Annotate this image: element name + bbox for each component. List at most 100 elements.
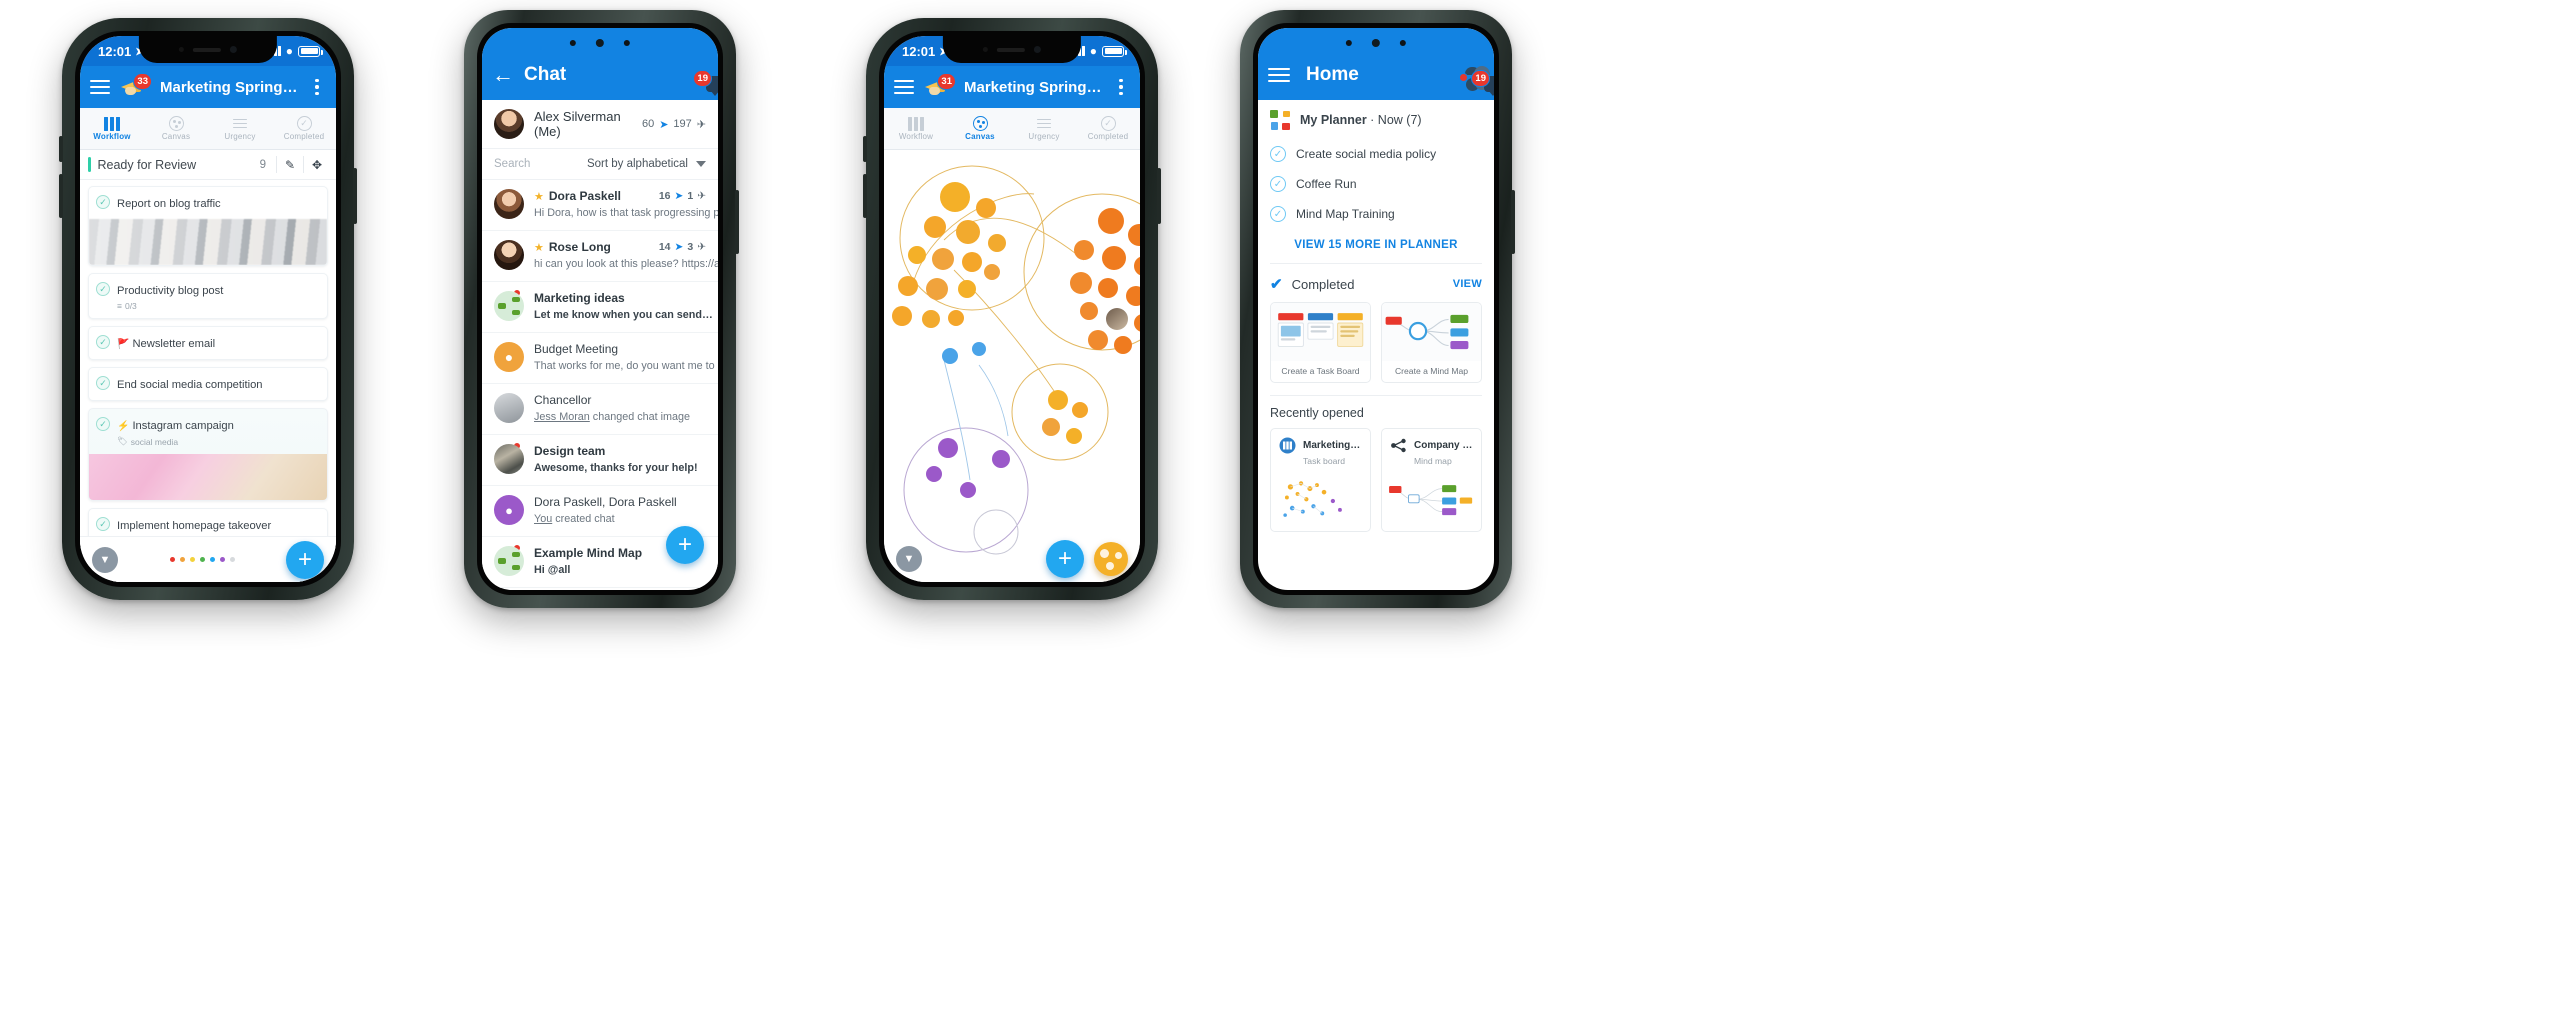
phone3-volume-up[interactable] [863,136,867,162]
workflow-card-list[interactable]: ✓ Report on blog traffic ✓ Productivity … [80,180,336,582]
recent-tiles[interactable]: Marketing Spri… Task board [1258,428,1494,544]
mindmap-node[interactable] [1042,418,1060,436]
mindmap-node[interactable] [938,438,958,458]
chevron-down-icon[interactable] [696,161,706,167]
mindmap-node[interactable] [1102,246,1126,270]
tile-create-mind-map[interactable]: Create a Mind Map [1381,302,1482,383]
current-user-row[interactable]: Alex Silverman (Me) 60 ➤ 197 ✈ [482,100,718,149]
mindmap-node[interactable] [1066,428,1082,444]
mindmap-node[interactable] [1070,272,1092,294]
list-item[interactable]: ★ Rose Long 14 ➤ 3 ✈ hi can you look at … [482,231,718,282]
mindmap-node-photo[interactable] [1106,308,1128,330]
add-node-button[interactable]: + [1046,540,1084,578]
mindmap-node[interactable] [1072,402,1088,418]
mindmap-node[interactable] [932,248,954,270]
mindmap-node[interactable] [1048,390,1068,410]
pencil-icon[interactable]: ✎ [277,158,303,172]
cluster-nodes-icon[interactable] [1094,542,1128,576]
list-item[interactable]: ✓ Create social media policy [1258,139,1494,169]
mindmap-node[interactable] [924,216,946,238]
hamburger-icon[interactable] [894,80,914,94]
recent-item-mind-map[interactable]: Company Desi… Mind map [1381,428,1482,532]
check-circle-icon[interactable]: ✓ [96,417,110,431]
mindmap-node[interactable] [926,466,942,482]
phone1-volume-down[interactable] [59,174,63,218]
list-item[interactable]: ● Budget Meeting That works for me, do y… [482,333,718,384]
mindmap-node[interactable] [898,276,918,296]
mindmap-node[interactable] [942,348,958,364]
tab-completed[interactable]: ✓ Completed [272,116,336,141]
mindmap-node[interactable] [1126,286,1140,306]
phone3-volume-down[interactable] [863,174,867,218]
tab-workflow[interactable]: Workflow [884,116,948,141]
table-row[interactable]: ✓ Productivity blog post ≡ 0/3 [88,273,328,319]
mindmap-node[interactable] [1114,336,1132,354]
tab-workflow[interactable]: Workflow [80,116,144,141]
completed-view-link[interactable]: VIEW [1453,278,1482,290]
template-tiles[interactable]: Create a Task Board Create a Mind Map [1258,302,1494,395]
megaphone-icon[interactable]: 33 [120,73,152,100]
star-icon[interactable]: ★ [534,190,544,203]
list-item[interactable]: ★ Dora Paskell 16 ➤ 1 ✈ Hi Dora, how is … [482,180,718,231]
planner-header[interactable]: My Planner · Now (7) [1258,100,1494,139]
mindmap-node[interactable] [1098,278,1118,298]
mindmap-node[interactable] [922,310,940,328]
expand-icon[interactable]: ✥ [304,158,330,172]
mindmap-node[interactable] [1088,330,1108,350]
search-input[interactable]: Search [494,158,587,170]
tab-completed[interactable]: ✓ Completed [1076,116,1140,141]
mindmap-node[interactable] [940,182,970,212]
mindmap-node[interactable] [948,310,964,326]
add-card-button[interactable]: + [286,540,324,579]
mindmap-node[interactable] [962,252,982,272]
check-circle-icon[interactable]: ✓ [1270,146,1286,162]
table-row[interactable]: ✓ End social media competition [88,367,328,401]
list-item[interactable]: Design team Awesome, thanks for your hel… [482,435,718,486]
mindmap-node[interactable] [988,234,1006,252]
mindmap-node[interactable] [992,450,1010,468]
check-circle-icon[interactable]: ✓ [96,195,110,209]
back-arrow-icon[interactable]: ← [492,64,514,86]
tab-canvas[interactable]: Canvas [948,116,1012,141]
megaphone-icon[interactable]: 31 [924,73,956,100]
check-circle-icon[interactable]: ✓ [96,376,110,390]
table-row[interactable]: ✓ Report on blog traffic [88,186,328,266]
check-circle-icon[interactable]: ✓ [1270,176,1286,192]
mindmap-node[interactable] [976,198,996,218]
mindmap-node[interactable] [972,342,986,356]
mindmap-node[interactable] [926,278,948,300]
mindmap-node[interactable] [1098,208,1124,234]
list-item[interactable]: ✓ Mind Map Training [1258,199,1494,229]
mindmap-node[interactable] [1080,302,1098,320]
mindmap-node[interactable] [892,306,912,326]
mindmap-node[interactable] [1074,240,1094,260]
chat-search-row[interactable]: Search Sort by alphabetical [482,149,718,180]
hamburger-icon[interactable] [1268,68,1290,82]
view-more-planner-link[interactable]: VIEW 15 MORE IN PLANNER [1258,229,1494,263]
list-item[interactable]: Marketing ideas Let me know when you can… [482,282,718,333]
check-circle-icon[interactable]: ✓ [96,282,110,296]
list-item[interactable]: Chancellor Jess Moran changed chat image [482,384,718,435]
kebab-menu-icon[interactable] [308,78,326,96]
recent-item-task-board[interactable]: Marketing Spri… Task board [1270,428,1371,532]
tab-canvas[interactable]: Canvas [144,116,208,141]
home-content[interactable]: My Planner · Now (7) ✓ Create social med… [1258,100,1494,544]
mindmap-node[interactable] [960,482,976,498]
mindmap-node[interactable] [958,280,976,298]
table-row[interactable]: ✓ ⚡ Instagram campaign 🏷 social media [88,408,328,501]
funnel-icon[interactable]: ▼ [896,546,922,572]
sort-label[interactable]: Sort by alphabetical [587,158,688,170]
phone4-power[interactable] [1511,190,1515,254]
tab-urgency[interactable]: Urgency [1012,116,1076,141]
mindmap-node[interactable] [956,220,980,244]
phone1-volume-up[interactable] [59,136,63,162]
phone3-power[interactable] [1157,168,1161,224]
mindmap-node[interactable] [984,264,1000,280]
check-circle-icon[interactable]: ✓ [96,517,110,531]
kebab-menu-icon[interactable] [1112,78,1130,96]
mindmap-node[interactable] [908,246,926,264]
check-circle-icon[interactable]: ✓ [1270,206,1286,222]
check-circle-icon[interactable]: ✓ [96,335,110,349]
tile-create-task-board[interactable]: Create a Task Board [1270,302,1371,383]
tab-urgency[interactable]: Urgency [208,116,272,141]
